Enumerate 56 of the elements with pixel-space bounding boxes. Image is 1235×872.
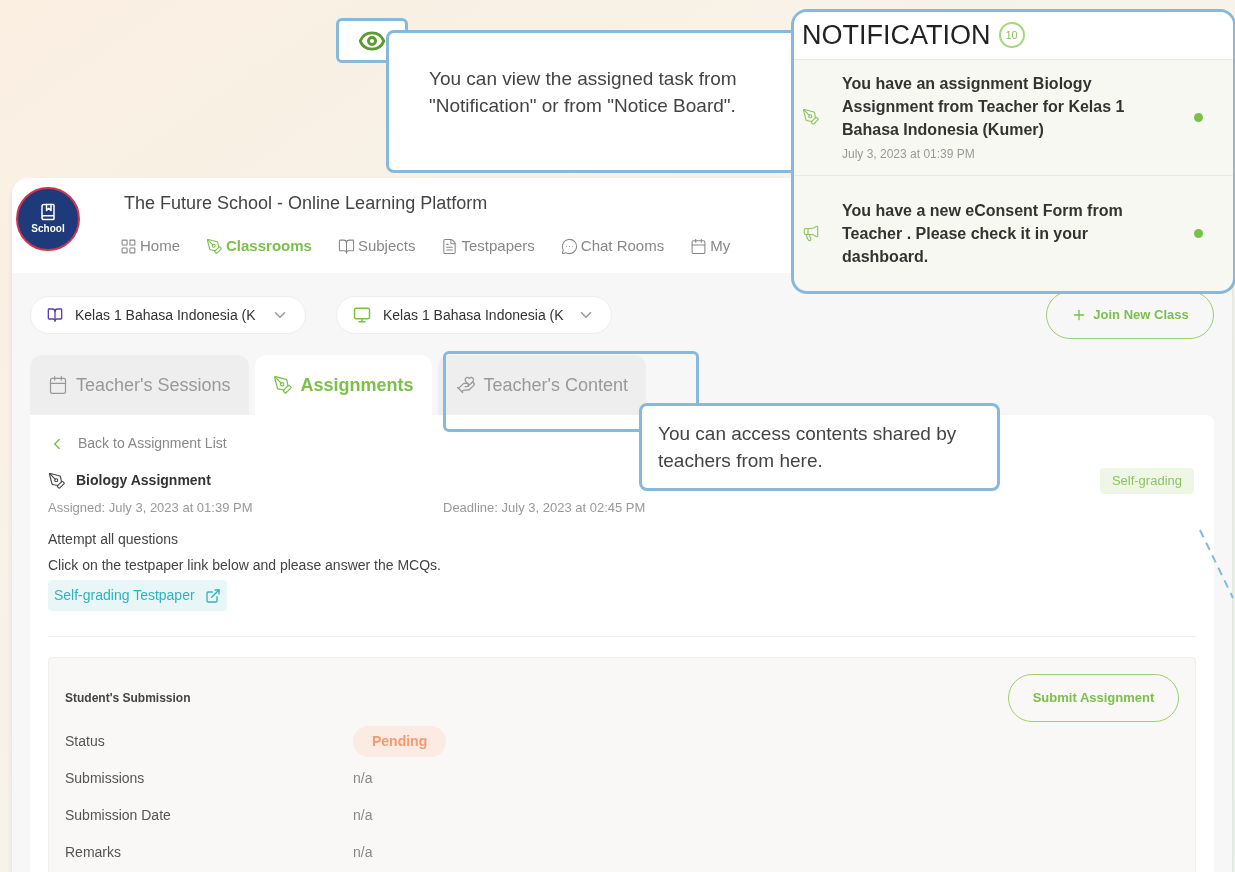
back-link[interactable]: Back to Assignment List [48,433,227,454]
assigned-date: Assigned: July 3, 2023 at 01:39 PM [48,498,254,517]
notification-count: 10 [998,22,1025,49]
nav-item[interactable]: Testpapers [441,235,535,258]
pen-nib-icon [206,237,223,255]
calendar-icon [48,375,68,395]
platform-title: The Future School - Online Learning Platform [123,192,489,215]
field-value: n/a [353,842,373,862]
callout-text: You can access contents shared by teachers from here. [658,423,957,471]
notification-text: You have an assignment Biology Assignment from Teacher for Kelas 1 Bahasa Indonesia (Kumer) [842,73,1126,140]
field-value: n/a [353,805,373,825]
tab[interactable]: Teacher's Sessions [30,355,249,415]
megaphone-icon [802,224,820,243]
nav-item[interactable]: My [690,235,731,258]
self-grading-tag: Self-grading [1099,468,1194,494]
status-pill: Pending [353,725,447,757]
pen-nib-icon [48,471,66,490]
deadline-date: Deadline: July 3, 2023 at 02:45 PM [443,498,646,517]
nav-item[interactable]: Chat Rooms [560,235,665,258]
tab[interactable]: Assignments [254,355,432,415]
assignment-title: Biology Assignment [76,471,211,491]
grid-icon [120,237,137,255]
calendar-icon [690,237,708,255]
notification-item[interactable]: You have an assignment Biology Assignment from Teacher for Kelas 1 Bahasa Indonesia (Kumer) July 3, 2023 at 01:39 PM [794,58,1233,175]
logo-text: School [31,221,65,236]
class-selector[interactable]: Kelas 1 Bahasa Indonesia (K [336,296,612,334]
instruction-text: Attempt all questions [48,530,179,549]
nav-item[interactable]: Subjects [337,235,416,258]
submission-title: Student's Submission [65,690,191,707]
notification-item[interactable]: You have a new eConsent Form from Teacher . Please check it in your dashboard. [794,174,1233,291]
field-value: n/a [353,768,373,788]
field-label: Submission Date [65,805,172,825]
book-icon [47,307,63,323]
book-icon [337,237,355,255]
pen-nib-icon [272,375,293,395]
book-icon [39,202,57,221]
notification-text: You have a new eConsent Form from Teacher . Please check it in your dashboard. [842,200,1124,267]
testpaper-link[interactable]: Self-grading Testpaper [48,580,227,611]
external-link-icon [204,587,221,604]
tab[interactable]: Teacher's Content [437,355,647,415]
nav-item[interactable]: Home [120,235,180,258]
leader-line [1198,528,1235,600]
hand-icon [455,375,476,395]
chat-bubble-icon [560,237,578,255]
monitor-icon [353,306,371,324]
field-label: Submissions [65,768,146,788]
document-icon [441,237,459,255]
pen-nib-icon [802,108,820,127]
class-selector[interactable]: Kelas 1 Bahasa Indonesia (K [30,296,306,334]
instruction-text: Click on the testpaper link below and please answer the MCQs. [48,556,442,575]
notification-heading: NOTIFICATION [802,19,991,53]
notification-time: July 3, 2023 at 01:39 PM [842,145,976,163]
field-label: Remarks [65,842,122,862]
callout-text: You can view the assigned task from "Notification" or from "Notice Board". [429,68,737,116]
nav-item[interactable]: Classrooms [206,235,312,258]
field-label: Status [65,731,106,751]
